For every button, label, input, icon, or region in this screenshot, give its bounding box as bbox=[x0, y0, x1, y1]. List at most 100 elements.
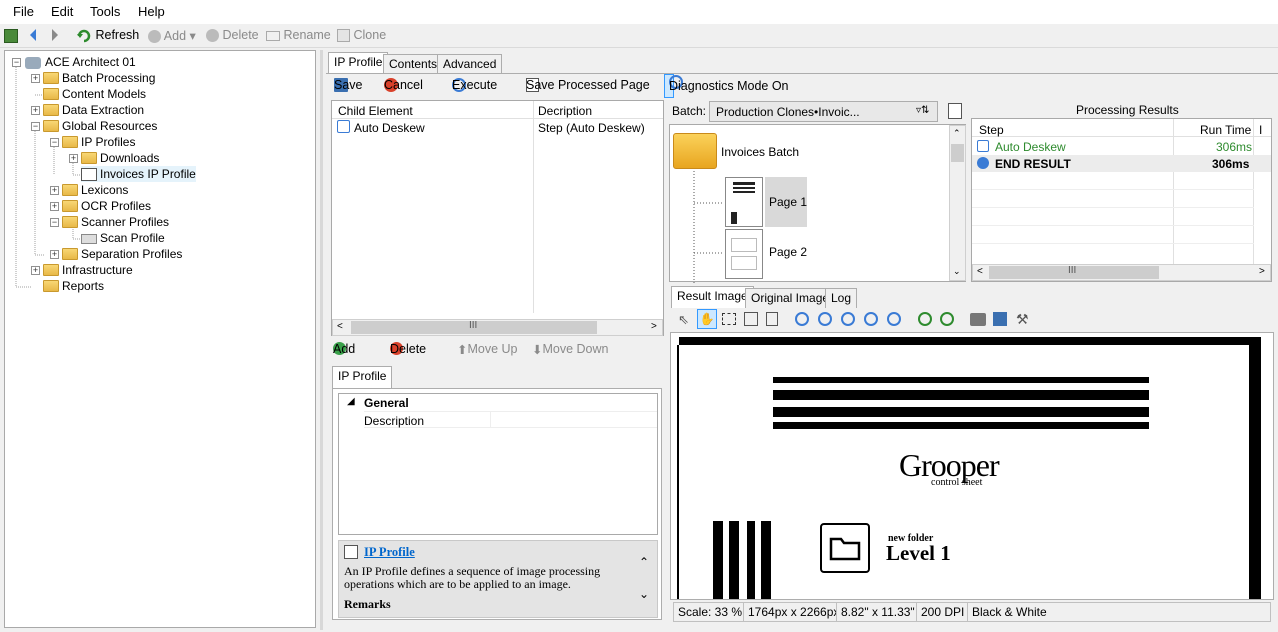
ocr-profiles-expand[interactable]: + bbox=[50, 202, 59, 211]
page-2-thumbnail[interactable] bbox=[725, 229, 763, 279]
scroll-left-icon[interactable]: < bbox=[977, 266, 983, 277]
column-step[interactable]: Step bbox=[979, 123, 1004, 137]
menu-file[interactable]: File bbox=[13, 4, 34, 19]
move-up-button[interactable]: ⬆ Move Up bbox=[457, 342, 518, 357]
help-scroll-up-icon[interactable]: ⌃ bbox=[639, 555, 649, 570]
add-child-button[interactable]: Add ▾ bbox=[333, 342, 355, 357]
ip-profiles-collapse[interactable]: − bbox=[50, 138, 59, 147]
page-2-label[interactable]: Page 2 bbox=[769, 245, 807, 259]
rename-button[interactable]: Rename bbox=[266, 28, 331, 42]
print-icon[interactable] bbox=[970, 313, 986, 326]
scroll-up-icon[interactable]: ⌃ bbox=[953, 128, 961, 139]
column-child-element[interactable]: Child Element bbox=[338, 104, 413, 118]
downloads-expand[interactable]: + bbox=[69, 154, 78, 163]
results-scrollbar[interactable]: < III > bbox=[972, 264, 1271, 281]
batch-viewer-icon[interactable] bbox=[948, 103, 962, 119]
tree-item-global-resources[interactable]: Global Resources bbox=[43, 118, 157, 134]
tree-item-batch-processing[interactable]: Batch Processing bbox=[43, 70, 155, 86]
tree-item-ocr-profiles[interactable]: OCR Profiles bbox=[62, 198, 151, 214]
tab-ip-profile[interactable]: IP Profile bbox=[328, 52, 389, 74]
horizontal-scrollbar[interactable]: < III > bbox=[332, 319, 663, 336]
tree-root[interactable]: ACE Architect 01 bbox=[25, 54, 136, 70]
tree-item-scan-profile[interactable]: Scan Profile bbox=[81, 230, 165, 246]
rotate-right-icon[interactable] bbox=[940, 312, 954, 326]
forward-icon[interactable] bbox=[50, 28, 60, 45]
collapse-icon[interactable]: ◢ bbox=[347, 396, 355, 407]
menu-edit[interactable]: Edit bbox=[51, 4, 73, 19]
zoom-width-icon[interactable] bbox=[864, 312, 878, 326]
infrastructure-expand[interactable]: + bbox=[31, 266, 40, 275]
zoom-out-icon[interactable] bbox=[818, 312, 832, 326]
scroll-down-icon[interactable]: ⌄ bbox=[953, 266, 961, 277]
tree-label: Infrastructure bbox=[62, 263, 133, 277]
back-icon[interactable] bbox=[28, 28, 38, 45]
column-description[interactable]: Decription bbox=[538, 104, 592, 118]
clone-button[interactable]: Clone bbox=[337, 28, 386, 43]
tab-log[interactable]: Log bbox=[825, 288, 858, 308]
root-collapse-toggle[interactable]: − bbox=[12, 58, 21, 67]
property-group[interactable]: ◢ General bbox=[339, 394, 657, 411]
move-down-button[interactable]: ⬇ Move Down bbox=[532, 342, 608, 357]
table-row[interactable]: Auto Deskew 306ms bbox=[972, 138, 1254, 155]
menu-help[interactable]: Help bbox=[138, 4, 165, 19]
table-row[interactable]: END RESULT 306ms bbox=[972, 155, 1271, 172]
scroll-thumb[interactable] bbox=[951, 144, 964, 162]
refresh-button[interactable]: Refresh bbox=[76, 28, 139, 43]
tree-item-invoices-ip-profile[interactable]: Invoices IP Profile bbox=[81, 166, 196, 182]
tree-item-data-extraction[interactable]: Data Extraction bbox=[43, 102, 144, 118]
tree-sync-icon[interactable] bbox=[4, 28, 18, 43]
tree-item-lexicons[interactable]: Lexicons bbox=[62, 182, 128, 198]
page-1-selection[interactable]: Page 1 bbox=[765, 177, 807, 227]
select-region-icon[interactable] bbox=[722, 313, 736, 325]
tree-item-reports[interactable]: Reports bbox=[43, 278, 104, 294]
vertical-barcode bbox=[761, 521, 771, 599]
zoom-in-icon[interactable] bbox=[795, 312, 809, 326]
image-viewer[interactable]: Grooper control sheet new folder Level 1 bbox=[670, 332, 1274, 600]
menu-tools[interactable]: Tools bbox=[90, 4, 120, 19]
tree-label: OCR Profiles bbox=[81, 199, 152, 213]
tools-icon[interactable]: ⚒ bbox=[1016, 311, 1029, 328]
tree-item-ip-profiles[interactable]: IP Profiles bbox=[62, 134, 135, 150]
save-image-icon[interactable] bbox=[993, 312, 1007, 326]
global-resources-collapse[interactable]: − bbox=[31, 122, 40, 131]
rotate-left-icon[interactable] bbox=[918, 312, 932, 326]
zoom-page-icon[interactable] bbox=[766, 312, 778, 326]
tab-properties-ip-profile[interactable]: IP Profile bbox=[332, 366, 393, 388]
zoom-fit-icon[interactable] bbox=[744, 312, 758, 326]
page-1-thumbnail[interactable] bbox=[725, 177, 763, 227]
tab-contents[interactable]: Contents bbox=[383, 54, 444, 74]
scroll-right-icon[interactable]: > bbox=[1259, 266, 1265, 277]
lexicons-expand[interactable]: + bbox=[50, 186, 59, 195]
tab-original-image[interactable]: Original Image bbox=[745, 288, 836, 308]
folder-level-label: Level 1 bbox=[886, 541, 951, 565]
batch-scrollbar[interactable]: ⌃ ⌄ bbox=[949, 125, 966, 281]
tree-item-separation-profiles[interactable]: Separation Profiles bbox=[62, 246, 182, 262]
scanner-profiles-collapse[interactable]: − bbox=[50, 218, 59, 227]
scroll-right-icon[interactable]: > bbox=[651, 321, 657, 332]
zoom-height-icon[interactable] bbox=[887, 312, 901, 326]
help-scroll-down-icon[interactable]: ⌄ bbox=[639, 587, 649, 602]
tree-item-content-models[interactable]: Content Models bbox=[43, 86, 146, 102]
property-panel: ◢ General Description IP Profile An IP P… bbox=[332, 388, 662, 620]
help-title-link[interactable]: IP Profile bbox=[364, 545, 415, 560]
scroll-left-icon[interactable]: < bbox=[337, 321, 343, 332]
batch-processing-expand[interactable]: + bbox=[31, 74, 40, 83]
column-run-time[interactable]: Run Time bbox=[1200, 123, 1251, 137]
tab-advanced[interactable]: Advanced bbox=[437, 54, 503, 74]
separation-profiles-expand[interactable]: + bbox=[50, 250, 59, 259]
tree-item-scanner-profiles[interactable]: Scanner Profiles bbox=[62, 214, 169, 230]
pointer-icon[interactable]: ⇖ bbox=[678, 312, 689, 328]
tree-item-infrastructure[interactable]: Infrastructure bbox=[43, 262, 133, 278]
add-button[interactable]: Add ▾ bbox=[148, 28, 196, 44]
diagnostics-mode-toggle[interactable]: Diagnostics Mode On bbox=[664, 74, 789, 98]
tree-item-downloads[interactable]: Downloads bbox=[81, 150, 159, 166]
zoom-actual-icon[interactable] bbox=[841, 312, 855, 326]
pan-hand-icon[interactable]: ✋ bbox=[697, 309, 717, 329]
delete-button[interactable]: Delete bbox=[206, 28, 259, 43]
data-extraction-expand[interactable]: + bbox=[31, 106, 40, 115]
property-row[interactable]: Description bbox=[364, 411, 657, 428]
batch-selector[interactable]: Production Clones•Invoic... ▿⇅ bbox=[709, 101, 938, 122]
splitter[interactable] bbox=[320, 50, 323, 630]
tab-result-image[interactable]: Result Image bbox=[671, 286, 754, 308]
table-row[interactable]: Auto Deskew Step (Auto Deskew) bbox=[332, 119, 663, 136]
